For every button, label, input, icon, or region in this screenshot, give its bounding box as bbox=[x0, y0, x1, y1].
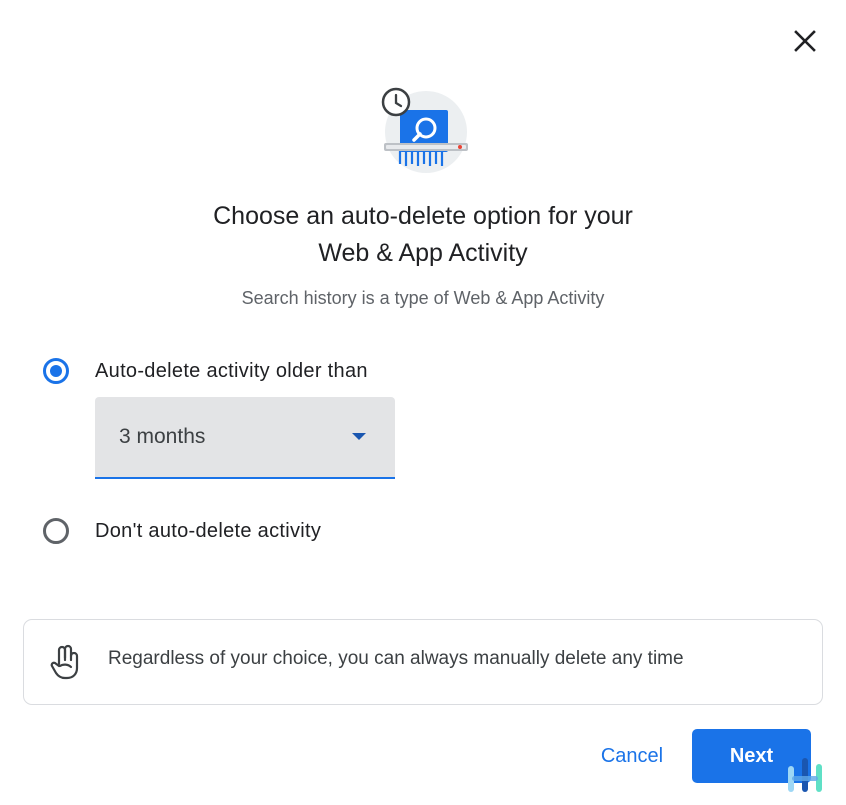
history-shredder-icon bbox=[381, 87, 468, 173]
dialog-title-line2: Web & App Activity bbox=[318, 239, 528, 267]
close-icon bbox=[794, 30, 816, 52]
close-button[interactable] bbox=[788, 24, 822, 58]
option-auto-delete[interactable]: Auto-delete activity older than bbox=[43, 358, 368, 384]
cancel-button[interactable]: Cancel bbox=[582, 730, 682, 782]
radio-dont-auto-delete[interactable] bbox=[43, 518, 69, 544]
option-dont-auto-delete-label: Don't auto-delete activity bbox=[95, 519, 322, 542]
dialog-title: Choose an auto-delete option for your We… bbox=[0, 198, 846, 272]
hand-pointing-icon bbox=[50, 644, 79, 680]
option-dont-auto-delete[interactable]: Don't auto-delete activity bbox=[43, 518, 321, 544]
arrow-drop-down-icon bbox=[352, 433, 366, 440]
dialog-title-line1: Choose an auto-delete option for your bbox=[213, 202, 633, 230]
watermark-logo bbox=[788, 758, 822, 792]
radio-auto-delete[interactable] bbox=[43, 358, 69, 384]
select-value: 3 months bbox=[119, 425, 206, 448]
info-text: Regardless of your choice, you can alway… bbox=[108, 648, 684, 669]
option-auto-delete-label: Auto-delete activity older than bbox=[95, 359, 368, 382]
auto-delete-period-select[interactable]: 3 months bbox=[95, 397, 395, 479]
dialog-subtitle: Search history is a type of Web & App Ac… bbox=[241, 288, 605, 308]
info-card: Regardless of your choice, you can alway… bbox=[23, 619, 823, 705]
auto-delete-dialog: Choose an auto-delete option for your We… bbox=[0, 0, 846, 805]
